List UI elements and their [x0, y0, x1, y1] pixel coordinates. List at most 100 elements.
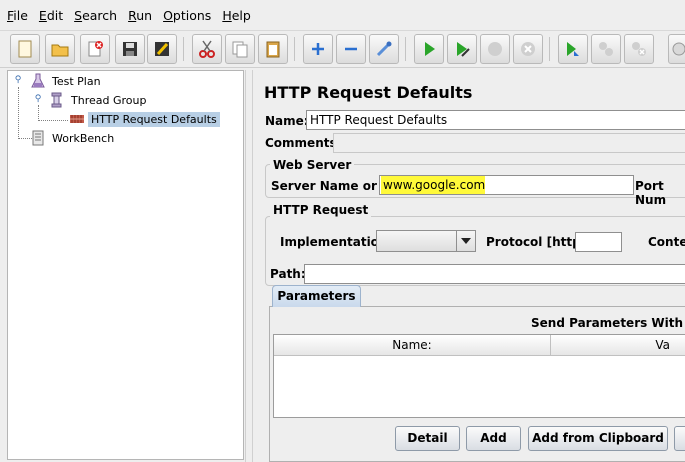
- name-field[interactable]: HTTP Request Defaults: [306, 110, 685, 130]
- toolbar-separator: [294, 37, 295, 61]
- comments-label: Comments:: [265, 136, 342, 150]
- menu-run-mnemonic: R: [128, 7, 137, 23]
- menu-run-label: un: [136, 7, 153, 23]
- toolbar-separator: [549, 37, 550, 61]
- remote-shutdown-all-button[interactable]: [624, 34, 654, 64]
- clear-icon: [672, 42, 685, 56]
- delete-button[interactable]: [674, 426, 685, 451]
- open-icon: [51, 44, 69, 57]
- http-request-defaults-panel: HTTP Request Defaults Name: HTTP Request…: [254, 70, 685, 462]
- menu-search[interactable]: Search: [74, 8, 117, 23]
- toolbar-separator: [183, 37, 184, 61]
- expand-button[interactable]: [303, 34, 333, 64]
- open-button[interactable]: [45, 34, 75, 64]
- tree-connector: [38, 120, 68, 121]
- collapse-icon: [345, 47, 357, 51]
- clear-button[interactable]: [668, 34, 685, 64]
- comments-field[interactable]: [333, 133, 685, 153]
- menu-help[interactable]: Help: [222, 8, 251, 23]
- menu-run[interactable]: Run: [128, 8, 152, 23]
- tree-node-http-request-defaults[interactable]: HTTP Request Defaults: [69, 110, 220, 128]
- paste-button[interactable]: [258, 34, 288, 64]
- content-encoding-label: Conter: [648, 235, 685, 249]
- cut-button[interactable]: [192, 34, 222, 64]
- protocol-field[interactable]: [575, 232, 622, 252]
- copy-icon: [232, 41, 248, 58]
- shutdown-button[interactable]: [513, 34, 543, 64]
- menu-options-label: ptions: [172, 7, 212, 23]
- save-icon: [123, 42, 137, 56]
- config-element-icon: [70, 115, 84, 123]
- test-plan-icon: [31, 73, 45, 88]
- shutdown-icon: [521, 42, 535, 56]
- toggle-icon: [376, 41, 392, 57]
- menu-help-label: elp: [231, 7, 251, 23]
- tree-node-label: HTTP Request Defaults: [88, 111, 220, 127]
- toolbar: [0, 30, 685, 68]
- save-as-button[interactable]: [147, 34, 177, 64]
- implementation-dropdown[interactable]: [376, 230, 476, 252]
- stop-icon: [488, 42, 502, 56]
- tree-expand-handle[interactable]: ⚲: [13, 76, 23, 86]
- start-icon: [425, 42, 435, 56]
- menu-file[interactable]: File: [7, 8, 28, 23]
- tab-parameters[interactable]: Parameters: [272, 285, 361, 307]
- toggle-button[interactable]: [369, 34, 399, 64]
- tree-node-workbench[interactable]: WorkBench: [30, 129, 117, 147]
- tree-node-label: Test Plan: [52, 74, 101, 88]
- start-no-pauses-button[interactable]: [447, 34, 477, 64]
- tree-connector: [18, 87, 19, 139]
- add-from-clipboard-button[interactable]: Add from Clipboard: [528, 426, 668, 451]
- stop-button[interactable]: [480, 34, 510, 64]
- path-label: Path:: [270, 267, 306, 281]
- workbench-icon: [32, 130, 44, 146]
- tree-connector: [38, 105, 39, 121]
- web-server-title: Web Server: [270, 158, 355, 172]
- save-as-icon: [155, 42, 169, 56]
- column-header-name[interactable]: Name:: [274, 335, 551, 356]
- port-label: Port Num: [635, 179, 667, 207]
- start-button[interactable]: [414, 34, 444, 64]
- cut-icon: [199, 40, 215, 58]
- menu-edit-mnemonic: E: [38, 7, 47, 23]
- menu-help-mnemonic: H: [222, 7, 232, 23]
- remote-stop-all-button[interactable]: [591, 34, 621, 64]
- column-header-value[interactable]: Va: [551, 335, 685, 356]
- add-button[interactable]: Add: [466, 426, 521, 451]
- close-icon: [88, 41, 103, 57]
- expand-icon: [312, 43, 324, 55]
- new-button[interactable]: [10, 34, 40, 64]
- remote-start-all-button[interactable]: [558, 34, 588, 64]
- server-name-value: www.google.com: [383, 178, 486, 192]
- http-request-title: HTTP Request: [270, 203, 372, 217]
- menu-search-mnemonic: S: [74, 7, 83, 23]
- paste-icon: [266, 41, 280, 58]
- save-button[interactable]: [115, 34, 145, 64]
- menu-search-label: earch: [82, 7, 118, 23]
- new-icon: [18, 40, 32, 58]
- page-title: HTTP Request Defaults: [264, 83, 473, 102]
- menu-bar: File Edit Search Run Options Help: [0, 0, 685, 30]
- tree-node-label: WorkBench: [52, 131, 115, 145]
- server-name-field[interactable]: www.google.com: [379, 175, 634, 195]
- menu-file-label: ile: [13, 7, 28, 23]
- menu-edit[interactable]: Edit: [39, 8, 63, 23]
- path-field[interactable]: [304, 264, 685, 284]
- menu-options[interactable]: Options: [163, 8, 211, 23]
- detail-button[interactable]: Detail: [395, 426, 460, 451]
- start-no-pauses-icon: [457, 42, 470, 57]
- close-button[interactable]: [80, 34, 110, 64]
- collapse-button[interactable]: [336, 34, 366, 64]
- tree-expand-handle[interactable]: ⚲: [33, 95, 43, 105]
- toolbar-separator: [405, 37, 406, 61]
- parameters-table: Name: Va: [273, 334, 685, 418]
- tree-node-thread-group[interactable]: Thread Group: [49, 91, 149, 109]
- menu-options-mnemonic: O: [163, 7, 173, 23]
- tree-node-label: Thread Group: [71, 93, 147, 107]
- copy-button[interactable]: [225, 34, 255, 64]
- menu-edit-label: dit: [46, 7, 64, 23]
- remote-start-all-icon: [567, 42, 579, 56]
- tree-node-test-plan[interactable]: Test Plan: [30, 72, 104, 90]
- splitter[interactable]: [245, 70, 253, 462]
- thread-group-icon: [51, 92, 62, 108]
